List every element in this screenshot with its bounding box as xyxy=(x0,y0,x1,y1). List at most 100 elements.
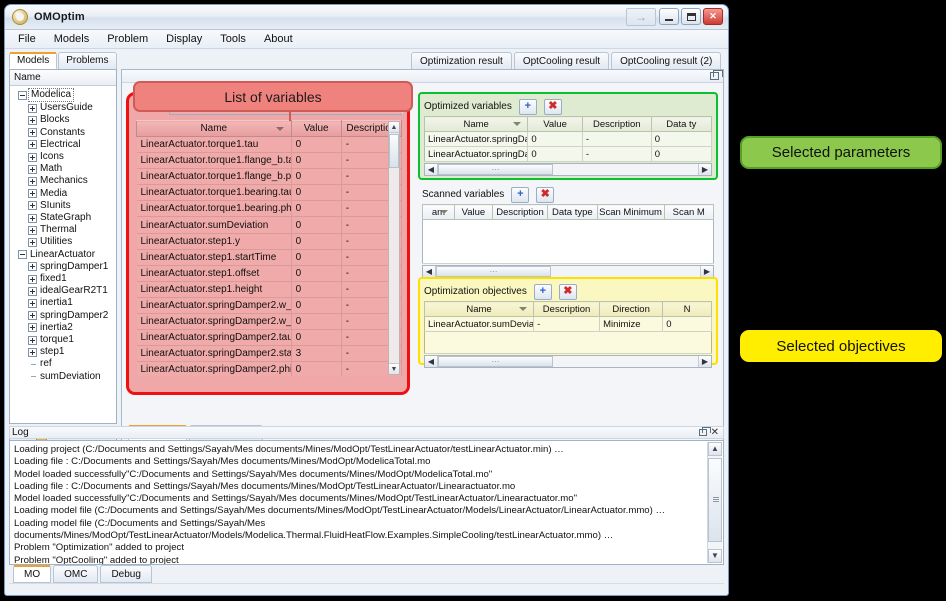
menu-file[interactable]: File xyxy=(9,31,45,47)
table-row[interactable]: LinearActuator.springDamper2.phi_rel_sta… xyxy=(137,362,402,377)
forward-arrow-icon[interactable]: → xyxy=(626,8,656,26)
expand-icon[interactable] xyxy=(28,275,37,284)
tree-item-torque1[interactable]: torque1 xyxy=(12,334,116,346)
tab-problems[interactable]: Problems xyxy=(58,52,116,69)
expand-icon[interactable] xyxy=(28,323,37,332)
tab-optcooling-result-2[interactable]: OptCooling result (2) xyxy=(611,52,721,70)
col-header-name[interactable]: Name xyxy=(137,121,292,137)
close-button[interactable]: ✕ xyxy=(703,8,723,25)
tree-item-stategraph[interactable]: StateGraph xyxy=(12,212,116,224)
tree-item-media[interactable]: Media xyxy=(12,188,116,200)
expand-icon[interactable] xyxy=(28,140,37,149)
tab-models[interactable]: Models xyxy=(9,52,57,69)
restore-icon[interactable] xyxy=(710,72,719,80)
expand-icon[interactable] xyxy=(28,201,37,210)
table-row[interactable]: LinearActuator.torque1.bearing.phi0- xyxy=(137,201,402,217)
tree-item-springdamper1[interactable]: springDamper1 xyxy=(12,261,116,273)
undock-icon[interactable] xyxy=(699,429,707,436)
minimize-button[interactable] xyxy=(659,8,679,25)
variables-vertical-scrollbar[interactable]: ▲ ▼ xyxy=(388,121,400,375)
col-header-description[interactable]: Description xyxy=(492,205,547,220)
menu-models[interactable]: Models xyxy=(45,31,98,47)
expand-icon[interactable] xyxy=(28,189,37,198)
scroll-thumb[interactable] xyxy=(708,458,722,542)
tree-item-sumdeviation[interactable]: sumDeviation xyxy=(12,371,116,383)
scroll-track[interactable]: ⋯ xyxy=(438,356,698,367)
tab-optimization-result[interactable]: Optimization result xyxy=(411,52,512,70)
tree-item-inertia1[interactable]: inertia1 xyxy=(12,297,116,309)
tree-item-step1[interactable]: step1 xyxy=(12,346,116,358)
scroll-left-arrow-icon[interactable]: ◀ xyxy=(425,356,438,367)
remove-objective-button[interactable]: ✖ xyxy=(559,284,577,300)
tree-item-linearactuator[interactable]: LinearActuator xyxy=(12,249,116,261)
expand-icon[interactable] xyxy=(28,311,37,320)
add-optimized-variable-button[interactable]: + xyxy=(519,99,537,115)
tab-optcooling-result[interactable]: OptCooling result xyxy=(514,52,609,70)
scroll-thumb[interactable] xyxy=(389,134,399,168)
tree-item-ref[interactable]: ref xyxy=(12,358,116,370)
table-row[interactable]: LinearActuator.step1.startTime0- xyxy=(137,249,402,265)
scroll-right-arrow-icon[interactable]: ▶ xyxy=(698,356,711,367)
add-scanned-variable-button[interactable]: + xyxy=(511,187,529,203)
optimization-objectives-hscrollbar[interactable]: ◀ ⋯ ▶ xyxy=(424,355,712,368)
table-row[interactable]: LinearActuator.torque1.bearing.tau0- xyxy=(137,185,402,201)
collapse-icon[interactable] xyxy=(18,250,27,259)
scroll-thumb[interactable]: ⋯ xyxy=(436,266,551,277)
scroll-up-arrow-icon[interactable]: ▲ xyxy=(708,442,722,456)
col-header-value[interactable]: Value xyxy=(291,121,341,137)
tree-item-fixed1[interactable]: fixed1 xyxy=(12,273,116,285)
log-close-icon[interactable]: ✕ xyxy=(711,427,719,439)
tree-item-math[interactable]: Math xyxy=(12,163,116,175)
tree-item-siunits[interactable]: SIunits xyxy=(12,200,116,212)
tab-debug[interactable]: Debug xyxy=(100,565,151,583)
tab-omc[interactable]: OMC xyxy=(53,565,98,583)
optimized-variables-hscrollbar[interactable]: ◀ ⋯ ▶ xyxy=(424,163,712,176)
table-row[interactable]: LinearActuator.sumDeviation0- xyxy=(137,217,402,233)
scroll-right-arrow-icon[interactable]: ▶ xyxy=(700,266,713,277)
table-row[interactable]: LinearActuator.springDamper2.tau0- xyxy=(137,330,402,346)
table-row[interactable]: LinearActuator.springDamper2.d0-0 xyxy=(425,132,712,147)
scroll-down-arrow-icon[interactable]: ▼ xyxy=(708,549,722,563)
col-header-direction[interactable]: Direction xyxy=(600,302,663,317)
expand-icon[interactable] xyxy=(28,226,37,235)
expand-icon[interactable] xyxy=(28,336,37,345)
menu-about[interactable]: About xyxy=(255,31,302,47)
remove-scanned-variable-button[interactable]: ✖ xyxy=(536,187,554,203)
add-objective-button[interactable]: + xyxy=(534,284,552,300)
tree-item-thermal[interactable]: Thermal xyxy=(12,224,116,236)
scroll-thumb[interactable]: ⋯ xyxy=(438,356,553,367)
table-row[interactable]: LinearActuator.springDamper2.stateSelect… xyxy=(137,346,402,362)
table-row[interactable]: LinearActuator.torque1.flange_b.phi0- xyxy=(137,169,402,185)
expand-icon[interactable] xyxy=(28,116,37,125)
col-header-scan-minimum[interactable]: Scan Minimum xyxy=(597,205,664,220)
expand-icon[interactable] xyxy=(28,128,37,137)
tree-item-springdamper2[interactable]: springDamper2 xyxy=(12,310,116,322)
tree-item-utilities[interactable]: Utilities xyxy=(12,236,116,248)
col-header-n[interactable]: N xyxy=(663,302,712,317)
table-row[interactable]: LinearActuator.torque1.tau0- xyxy=(137,137,402,153)
scroll-thumb[interactable]: ⋯ xyxy=(438,164,553,175)
table-row[interactable]: LinearActuator.springDamper2.w_rel0- xyxy=(137,314,402,330)
scroll-left-arrow-icon[interactable]: ◀ xyxy=(423,266,436,277)
expand-icon[interactable] xyxy=(28,214,37,223)
scroll-up-arrow-icon[interactable]: ▲ xyxy=(389,122,399,133)
scroll-left-arrow-icon[interactable]: ◀ xyxy=(425,164,438,175)
table-row[interactable]: LinearActuator.step1.offset0- xyxy=(137,265,402,281)
maximize-button[interactable] xyxy=(681,8,701,25)
col-header-value[interactable]: Value xyxy=(455,205,493,220)
tree-item-usersguide[interactable]: UsersGuide xyxy=(12,102,116,114)
col-header-scan-maximum[interactable]: Scan M xyxy=(664,205,714,220)
table-row[interactable]: LinearActuator.step1.y0- xyxy=(137,233,402,249)
scroll-track[interactable]: ⋯ xyxy=(438,164,698,175)
tree-item-modelica[interactable]: Modelica xyxy=(12,88,116,102)
tree-item-mechanics[interactable]: Mechanics xyxy=(12,175,116,187)
col-header-name[interactable]: Name xyxy=(425,302,534,317)
col-header-datatype[interactable]: Data type xyxy=(548,205,597,220)
table-row[interactable]: LinearActuator.springDamper2.w_rel_start… xyxy=(137,297,402,313)
expand-icon[interactable] xyxy=(28,104,37,113)
expand-icon[interactable] xyxy=(28,287,37,296)
tree-item-electrical[interactable]: Electrical xyxy=(12,139,116,151)
col-header-description[interactable]: Description xyxy=(534,302,600,317)
col-header-datatype[interactable]: Data ty xyxy=(651,117,711,132)
expand-icon[interactable] xyxy=(28,165,37,174)
